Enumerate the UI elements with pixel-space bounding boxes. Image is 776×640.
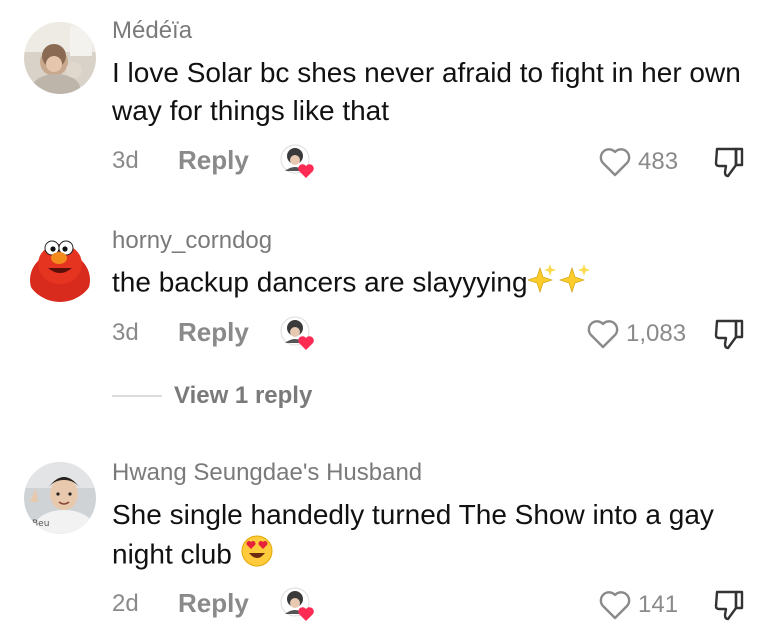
comment-time: 3d	[112, 147, 139, 174]
comment-time: 2d	[112, 590, 139, 617]
avatar-image	[24, 230, 96, 302]
comment-text: I love Solar bc shes never afraid to fig…	[112, 57, 741, 126]
creator-liked-icon	[278, 313, 318, 353]
comment-actions: 3d Reply 483	[112, 141, 776, 181]
avatar-image: Beu	[24, 462, 96, 534]
comment-item: Médéïa I love Solar bc shes never afraid…	[0, 0, 776, 200]
avatar[interactable]	[24, 22, 96, 94]
creator-liked-icon	[278, 584, 318, 624]
dislike-button[interactable]	[712, 145, 746, 179]
dislike-button[interactable]	[712, 317, 746, 351]
comment-text-body: the backup dancers are slayyying	[112, 266, 528, 298]
like-count: 141	[638, 591, 679, 618]
comment-actions: 3d Reply 1,083	[112, 313, 776, 353]
comment-username[interactable]: Médéïa	[112, 17, 192, 45]
heart-eyes-icon	[240, 534, 274, 578]
view-replies-label: View 1 reply	[174, 382, 313, 409]
like-button[interactable]: 1,083	[586, 317, 686, 351]
reply-button[interactable]: Reply	[178, 317, 249, 348]
dislike-button[interactable]	[712, 588, 746, 622]
like-button[interactable]: 483	[598, 145, 678, 179]
heart-outline-icon	[587, 320, 619, 349]
comment-username[interactable]: horny_corndog	[112, 227, 272, 255]
creator-liked-icon	[278, 141, 318, 181]
view-replies-divider	[112, 395, 162, 397]
comment-item: Beu Hwang Seungdae's Husband She single …	[0, 440, 776, 640]
heart-outline-icon	[599, 591, 631, 620]
thumbs-down-icon	[714, 319, 744, 350]
like-count: 483	[638, 148, 679, 175]
view-replies-button[interactable]: View 1 reply	[112, 378, 312, 414]
comment-item: horny_corndog the backup dancers are sla…	[0, 200, 776, 370]
heart-outline-icon	[599, 148, 631, 177]
comment-text: the backup dancers are slayyying	[112, 262, 752, 306]
sparkles-icon	[526, 262, 592, 306]
avatar-image	[24, 22, 96, 94]
reply-button[interactable]: Reply	[178, 145, 249, 176]
like-count: 1,083	[626, 320, 687, 347]
thumbs-down-icon	[714, 147, 744, 178]
like-button[interactable]: 141	[598, 588, 678, 622]
avatar[interactable]	[24, 230, 96, 302]
svg-text:Beu: Beu	[32, 519, 49, 529]
comment-text: She single handedly turned The Show into…	[112, 496, 752, 578]
avatar[interactable]: Beu	[24, 462, 96, 534]
comment-username[interactable]: Hwang Seungdae's Husband	[112, 459, 422, 487]
comment-time: 3d	[112, 319, 139, 346]
comment-actions: 2d Reply 141	[112, 584, 776, 624]
thumbs-down-icon	[714, 590, 744, 621]
comment-text-body: She single handedly turned The Show into…	[112, 499, 714, 570]
reply-button[interactable]: Reply	[178, 588, 249, 619]
